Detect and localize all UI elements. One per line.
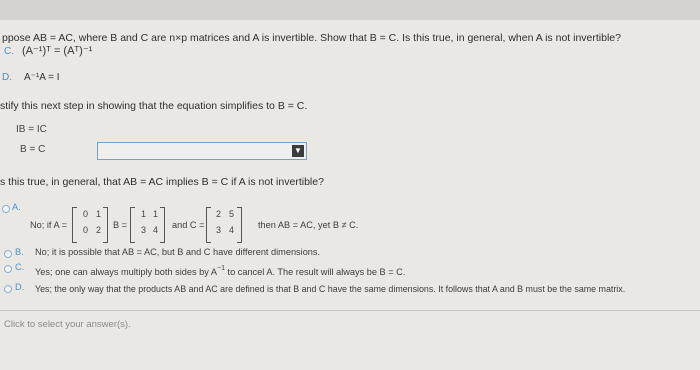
matrix-a-left-bracket [72, 207, 77, 243]
option-d-letter: D. [15, 282, 25, 292]
choice-c-letter: C. [4, 46, 14, 57]
matrix-b-11: 1 [141, 209, 147, 219]
option-c-letter: C. [15, 262, 25, 272]
option-a-radio[interactable] [2, 205, 10, 213]
option-a-prefix: No; if A = [30, 220, 68, 230]
choice-d-letter: D. [2, 72, 12, 83]
matrix-c-12: 5 [229, 209, 235, 219]
matrix-a-12: 1 [96, 209, 102, 219]
option-a-letter: A. [12, 202, 21, 212]
matrix-c-22: 4 [229, 225, 235, 235]
option-c-text-after: to cancel A. The result will always be B… [224, 267, 406, 277]
matrix-c-right-bracket [237, 207, 242, 243]
option-a-suffix: then AB = AC, yet B ≠ C. [258, 220, 359, 230]
divider [0, 310, 700, 311]
matrix-c-21: 3 [216, 225, 222, 235]
matrix-b-12: 1 [153, 209, 159, 219]
option-b-text: No; it is possible that AB = AC, but B a… [35, 247, 321, 257]
justify-text: stify this next step in showing that the… [0, 100, 308, 112]
question2-text: s this true, in general, that AB = AC im… [0, 176, 324, 188]
matrix-a-11: 0 [83, 209, 89, 219]
option-c-sup: −1 [216, 265, 225, 272]
matrix-b-21: 3 [141, 225, 147, 235]
step-line-2: B = C [20, 144, 46, 155]
top-band [0, 0, 700, 20]
matrix-b-22: 4 [153, 225, 159, 235]
option-d-text: Yes; the only way that the products AB a… [35, 284, 626, 294]
matrix-a-right-bracket [103, 207, 108, 243]
matrix-b-left-bracket [130, 207, 135, 243]
question-text: ppose AB = AC, where B and C are n×p mat… [2, 32, 621, 44]
hint-text: Click to select your answer(s). [4, 319, 131, 330]
step-line-1: IB = IC [16, 124, 47, 135]
choice-d-expr: A⁻¹A = I [24, 72, 60, 83]
option-b-letter: B. [15, 247, 24, 257]
matrix-c-left-bracket [206, 207, 211, 243]
option-d-radio[interactable] [4, 285, 12, 293]
matrix-a-21: 0 [83, 225, 89, 235]
matrix-b-right-bracket [160, 207, 165, 243]
option-a-c-label: and C = [172, 220, 205, 230]
matrix-c-11: 2 [216, 209, 222, 219]
justify-dropdown[interactable]: ▼ [97, 142, 307, 160]
option-c-text: Yes; one can always multiply both sides … [35, 265, 405, 277]
matrix-a-22: 2 [96, 225, 102, 235]
chevron-down-icon[interactable]: ▼ [292, 145, 304, 157]
choice-c-expr: (A⁻¹)ᵀ = (Aᵀ)⁻¹ [22, 45, 93, 57]
option-c-text-before: Yes; one can always multiply both sides … [35, 267, 217, 277]
option-a-b-label: B = [113, 220, 128, 230]
option-c-radio[interactable] [4, 265, 12, 273]
option-b-radio[interactable] [4, 250, 12, 258]
